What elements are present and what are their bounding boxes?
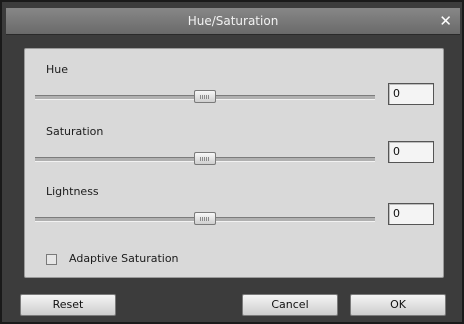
lightness-value-field[interactable]: 0 — [388, 203, 434, 225]
hue-value-field[interactable]: 0 — [388, 83, 434, 105]
lightness-slider-thumb[interactable] — [194, 212, 216, 225]
dialog-title: Hue/Saturation — [187, 14, 279, 28]
close-icon[interactable]: ✕ — [439, 8, 452, 34]
hue-label: Hue — [46, 63, 69, 76]
adjustment-panel: Hue 0 Saturation 0 Lightness 0 Adaptive … — [24, 48, 444, 278]
lightness-slider-track[interactable] — [35, 212, 375, 225]
saturation-slider-thumb[interactable] — [194, 152, 216, 165]
lightness-label: Lightness — [46, 185, 99, 198]
saturation-label: Saturation — [46, 125, 104, 138]
hue-slider-thumb[interactable] — [194, 90, 216, 103]
hue-slider-track[interactable] — [35, 90, 375, 103]
adaptive-saturation-label[interactable]: Adaptive Saturation — [69, 252, 179, 265]
ok-button[interactable]: OK — [350, 294, 446, 316]
saturation-slider-track[interactable] — [35, 152, 375, 165]
reset-button[interactable]: Reset — [20, 294, 116, 316]
adaptive-saturation-checkbox[interactable] — [46, 254, 57, 265]
hue-saturation-dialog: Hue/Saturation ✕ Hue 0 Saturation 0 Ligh… — [0, 0, 464, 324]
saturation-value-field[interactable]: 0 — [388, 141, 434, 163]
cancel-button[interactable]: Cancel — [242, 294, 338, 316]
title-bar: Hue/Saturation ✕ — [6, 8, 460, 35]
